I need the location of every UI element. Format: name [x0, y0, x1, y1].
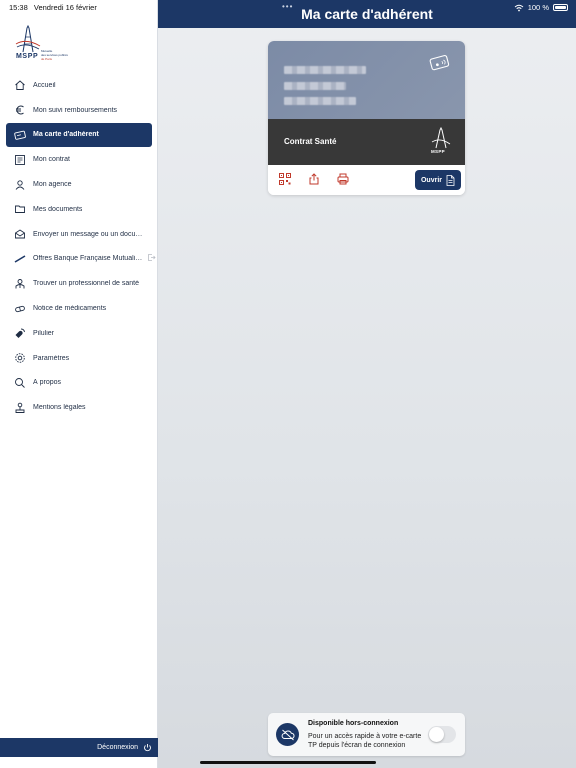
sidebar-item-label: Mon contrat: [33, 156, 70, 164]
sidebar-item-message[interactable]: Envoyer un message ou un document: [0, 222, 158, 247]
print-button[interactable]: [337, 173, 349, 185]
about-icon: [14, 377, 26, 389]
share-icon: [309, 173, 319, 185]
mspp-logo: MSPP Mutuelle des services publics de Pa…: [14, 24, 84, 64]
open-card-label: Ouvrir: [420, 176, 442, 184]
logout-label: Déconnexion: [97, 744, 138, 751]
offline-title: Disponible hors-connexion: [308, 720, 399, 727]
main-content: ••• Ma carte d'adhérent 100 % Contrat Sa…: [158, 0, 576, 768]
agent-icon: [14, 179, 26, 191]
gear-icon: [14, 352, 26, 364]
mail-icon: [14, 228, 26, 240]
logo-brand: MSPP: [16, 53, 39, 60]
sidebar-item-label: Ma carte d'adhérent: [33, 131, 99, 139]
sidebar-item-label: Trouver un professionnel de santé: [33, 280, 139, 288]
eiffel-tower-icon: [15, 24, 41, 53]
sidebar-item-mentions-legales[interactable]: Mentions légales: [0, 395, 158, 420]
sidebar-item-medicaments[interactable]: Notice de médicaments: [0, 296, 158, 321]
blurred-member-name: [284, 66, 366, 74]
pillbox-icon: [14, 327, 26, 339]
sidebar-item-parametres[interactable]: Paramètres: [0, 346, 158, 371]
sidebar-item-accueil[interactable]: Accueil: [0, 73, 158, 98]
blurred-member-date: [284, 97, 356, 105]
sidebar-item-label: À propos: [33, 379, 62, 387]
sidebar-item-label: Notice de médicaments: [33, 305, 107, 313]
document-icon: [446, 174, 455, 186]
sidebar-item-documents[interactable]: Mes documents: [0, 197, 158, 222]
contract-icon: [14, 154, 26, 166]
battery-icon: [553, 4, 568, 11]
status-bar-right: 100 %: [514, 3, 568, 12]
status-bar-left: 15:38 Vendredi 16 février: [9, 3, 101, 12]
sidebar-item-label: Mes documents: [33, 205, 83, 213]
card-top: [268, 41, 465, 119]
sidebar-item-professionnel[interactable]: Trouver un professionnel de santé: [0, 271, 158, 296]
sidebar-item-label: Paramètres: [33, 354, 70, 362]
sidebar-item-label: Envoyer un message ou un document: [33, 230, 143, 238]
logout-button[interactable]: Déconnexion: [0, 738, 158, 757]
legal-icon: [14, 402, 26, 414]
top-bar: ••• Ma carte d'adhérent 100 %: [158, 0, 576, 28]
folder-icon: [14, 203, 26, 215]
cloud-off-icon: [276, 723, 299, 746]
sidebar-item-pilulier[interactable]: Pilulier: [0, 321, 158, 346]
sidebar-item-label: Mon agence: [33, 181, 72, 189]
sidebar-item-label: Mon suivi remboursements: [33, 106, 118, 114]
sidebar-item-label: Pilulier: [33, 329, 55, 337]
sidebar: 15:38 Vendredi 16 février MSPP Mutuelle …: [0, 0, 158, 768]
qr-code-button[interactable]: [279, 173, 291, 185]
eiffel-tower-icon: [431, 126, 451, 149]
toggle-knob: [429, 727, 444, 742]
member-card: Contrat Santé MSPP Ouvrir: [268, 41, 465, 195]
status-time: 15:38: [9, 3, 28, 12]
sidebar-item-remboursements[interactable]: Mon suivi remboursements: [0, 98, 158, 123]
bank-icon: [14, 253, 26, 265]
card-band-logo: MSPP: [431, 126, 451, 157]
sidebar-item-label: Accueil: [33, 81, 56, 89]
logo-line-3: de Paris: [41, 57, 53, 61]
blurred-member-number: [284, 82, 346, 90]
pill-icon: [14, 303, 26, 315]
status-date: Vendredi 16 février: [33, 3, 97, 12]
home-icon: [14, 79, 26, 91]
card-icon: [14, 129, 26, 141]
share-button[interactable]: [308, 173, 320, 185]
external-link-icon: [147, 253, 156, 264]
contract-name: Contrat Santé: [284, 137, 337, 146]
euro-icon: [14, 104, 26, 116]
offline-description: Pour un accès rapide à votre e-carte TP …: [308, 733, 422, 749]
card-band: Contrat Santé MSPP: [268, 119, 465, 165]
doctor-icon: [14, 278, 26, 290]
sidebar-item-label: Offres Banque Française Mutualiste: [33, 255, 143, 263]
sidebar-item-a-propos[interactable]: À propos: [0, 371, 158, 396]
card-actions: Ouvrir: [268, 165, 465, 195]
offline-toggle[interactable]: [428, 726, 456, 743]
sidebar-item-agence[interactable]: Mon agence: [0, 172, 158, 197]
home-indicator[interactable]: [200, 761, 376, 764]
qr-code-icon: [279, 173, 291, 185]
sidebar-item-label: Mentions légales: [33, 404, 86, 412]
contactless-card-icon: [429, 55, 451, 76]
sidebar-item-contrat[interactable]: Mon contrat: [0, 147, 158, 172]
sidebar-item-carte-adherent[interactable]: Ma carte d'adhérent: [6, 122, 152, 148]
battery-fill: [555, 6, 566, 9]
offline-availability-panel: Disponible hors-connexion Pour un accès …: [268, 713, 465, 756]
printer-icon: [337, 173, 349, 185]
card-band-brand: MSPP: [431, 149, 445, 154]
wifi-icon: [514, 4, 524, 12]
sidebar-item-banque[interactable]: Offres Banque Française Mutualiste: [0, 247, 158, 272]
battery-percent: 100 %: [527, 3, 549, 12]
power-icon: [143, 743, 152, 752]
sidebar-nav: Accueil Mon suivi remboursements Ma cart…: [0, 73, 158, 420]
open-card-button[interactable]: Ouvrir: [415, 170, 461, 190]
